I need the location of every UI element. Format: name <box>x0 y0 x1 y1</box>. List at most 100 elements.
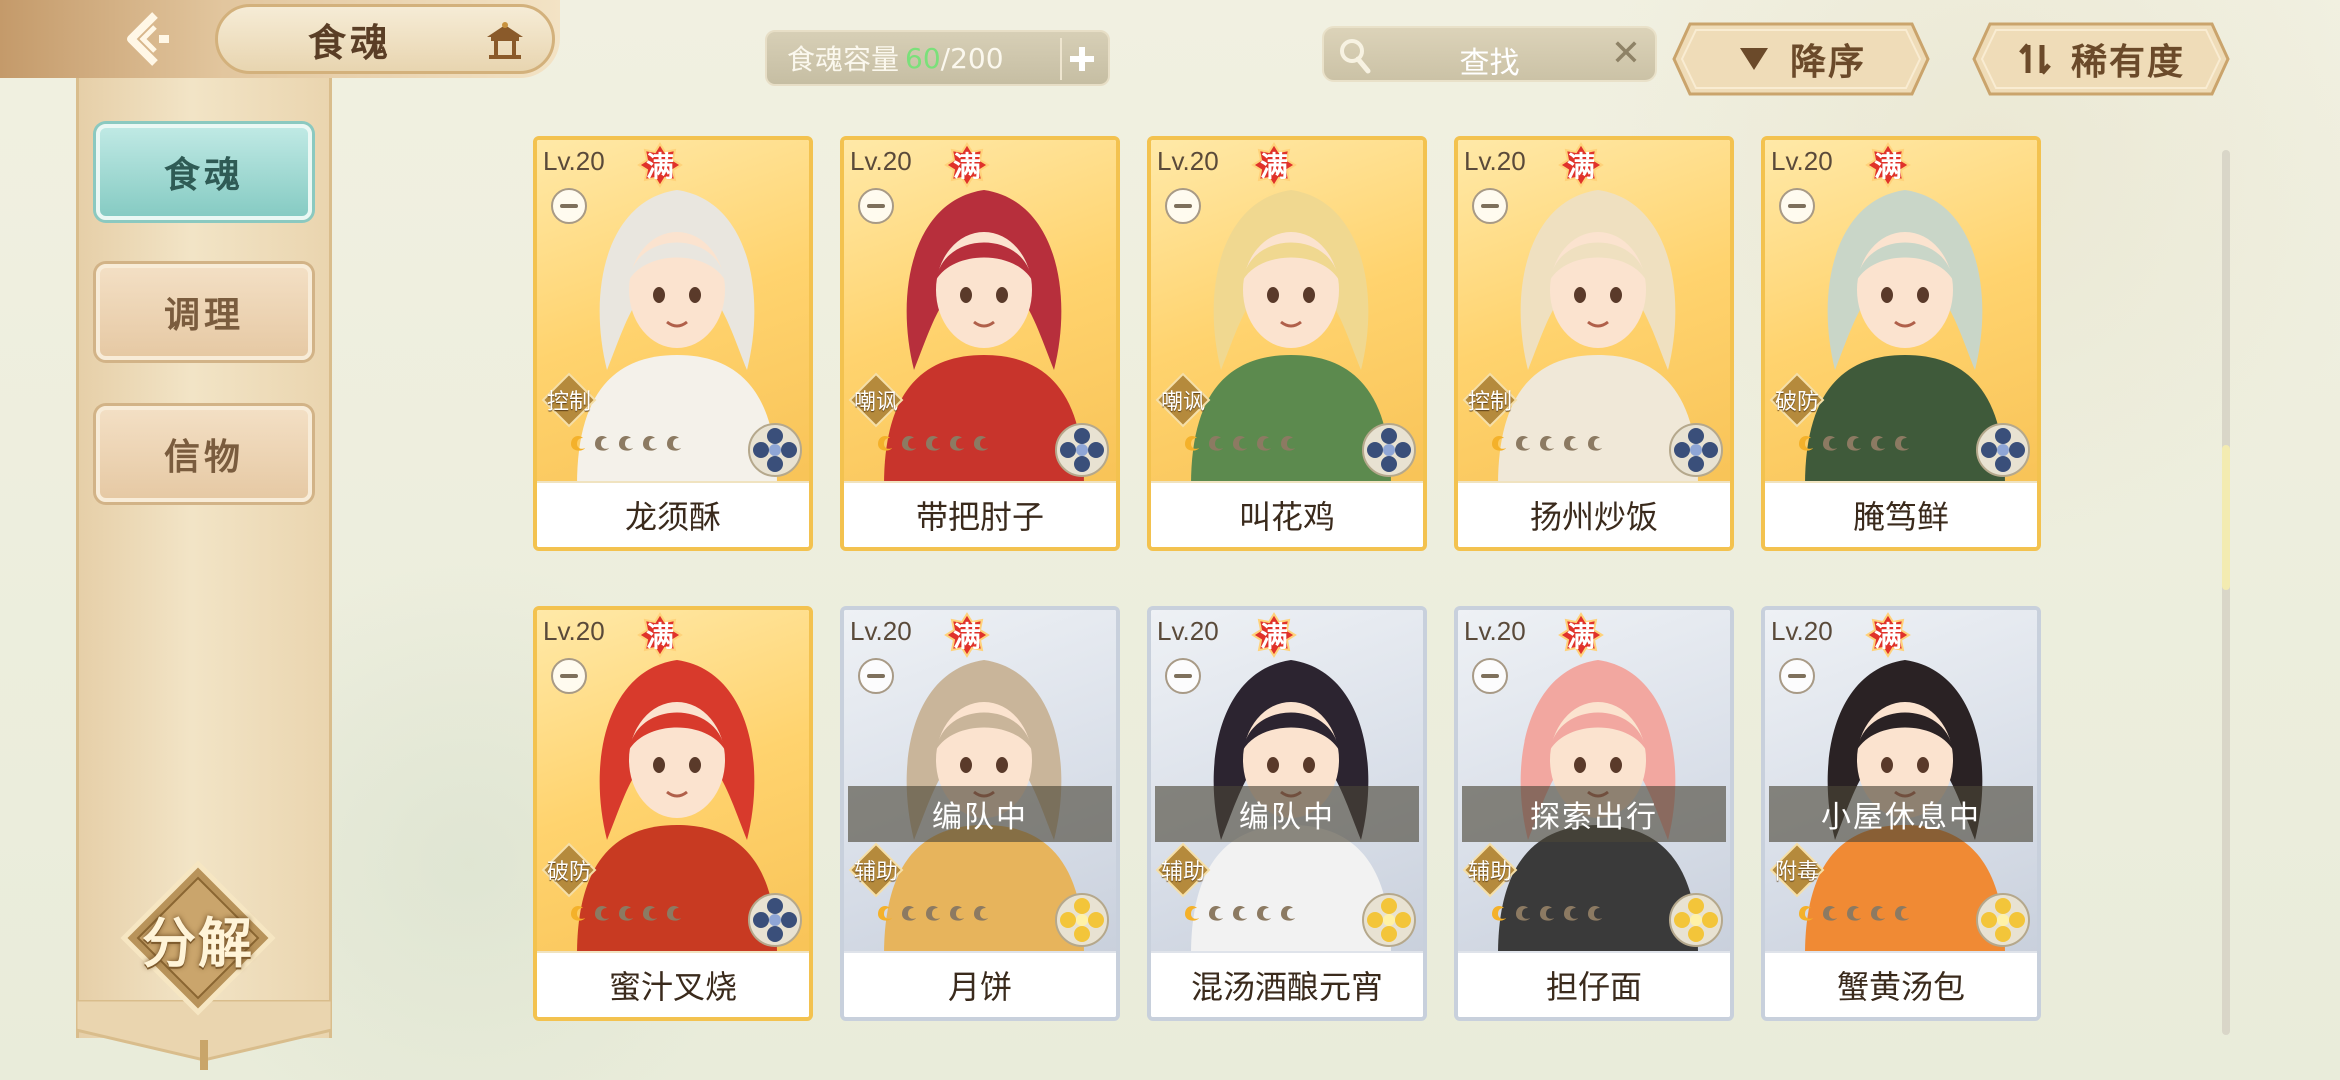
food-soul-card[interactable]: Lv.20 满嘲讽 带把肘子 <box>840 136 1120 551</box>
star-icon <box>1871 436 1885 451</box>
remove-icon[interactable] <box>1165 658 1201 694</box>
food-soul-card[interactable]: Lv.20 满破防 腌笃鲜 <box>1761 136 2041 551</box>
sort-order-button[interactable]: 降序 <box>1670 20 1932 98</box>
star-icon <box>595 906 609 921</box>
card-level: Lv.20 <box>1464 146 1526 176</box>
max-badge-label: 满 <box>1259 620 1288 653</box>
star-rating <box>1181 430 1299 454</box>
star-icon <box>1233 906 1247 921</box>
capacity-current: 60 <box>905 41 941 75</box>
remove-icon[interactable] <box>1472 658 1508 694</box>
clear-search-icon[interactable]: ✕ <box>1611 36 1641 72</box>
card-level: Lv.20 <box>1771 146 1833 176</box>
sort-order-label: 降序 <box>1789 41 1866 83</box>
max-badge-label: 满 <box>1566 620 1595 653</box>
card-status: 编队中 <box>1155 786 1419 842</box>
max-badge-label: 满 <box>645 150 674 183</box>
role-label: 控制 <box>1467 389 1512 414</box>
remove-icon[interactable] <box>858 188 894 224</box>
food-soul-card[interactable]: Lv.20 满破防 蜜汁叉烧 <box>533 606 813 1021</box>
star-icon <box>667 906 681 921</box>
star-icon <box>1540 906 1554 921</box>
food-soul-card[interactable]: Lv.20 满控制 扬州炒饭 <box>1454 136 1734 551</box>
tab-food-souls[interactable]: 食魂 <box>96 124 312 220</box>
search-box[interactable]: 查找 ✕ <box>1322 26 1657 82</box>
swap-sort-icon <box>2019 43 2051 75</box>
star-icon <box>595 436 609 451</box>
star-icon <box>1895 436 1909 451</box>
max-level-badge: 满 <box>1251 612 1297 658</box>
star-rating <box>1488 430 1606 454</box>
remove-icon[interactable] <box>1472 188 1508 224</box>
role-badge: 辅助 <box>1155 842 1211 898</box>
star-icon <box>950 436 964 451</box>
card-level: Lv.20 <box>1464 616 1526 646</box>
max-level-badge: 满 <box>944 612 990 658</box>
food-soul-card[interactable]: Lv.20 满编队中 辅助 月饼 <box>840 606 1120 1021</box>
card-level: Lv.20 <box>1157 146 1219 176</box>
card-level: Lv.20 <box>543 146 605 176</box>
star-icon <box>1588 906 1602 921</box>
card-name: 带把肘子 <box>844 481 1116 547</box>
max-badge-label: 满 <box>952 150 981 183</box>
back-button[interactable] <box>100 6 200 72</box>
element-flower-icon <box>1362 893 1416 947</box>
sort-descending-icon <box>1739 48 1768 70</box>
max-level-badge: 满 <box>1558 142 1604 188</box>
remove-icon[interactable] <box>551 188 587 224</box>
food-soul-card[interactable]: Lv.20 满嘲讽 叫花鸡 <box>1147 136 1427 551</box>
star-icon <box>1257 436 1271 451</box>
capacity-add-button[interactable] <box>1060 38 1102 80</box>
star-rating <box>1795 900 1913 924</box>
remove-icon[interactable] <box>1165 188 1201 224</box>
role-badge: 嘲讽 <box>1155 372 1211 428</box>
sort-by-button[interactable]: 稀有度 <box>1970 20 2232 98</box>
star-icon <box>667 436 681 451</box>
star-icon <box>1209 906 1223 921</box>
decompose-button[interactable]: 分解 <box>118 858 278 1018</box>
tab-food-souls-label: 食魂 <box>163 154 244 196</box>
star-icon <box>619 906 633 921</box>
star-rating <box>567 900 685 924</box>
remove-icon[interactable] <box>1779 658 1815 694</box>
role-label: 控制 <box>546 389 591 414</box>
max-level-badge: 满 <box>637 612 683 658</box>
food-soul-card[interactable]: Lv.20 满小屋休息中 附毒 蟹黄汤包 <box>1761 606 2041 1021</box>
scrollbar-track[interactable] <box>2222 150 2230 1035</box>
star-icon <box>926 436 940 451</box>
card-name: 龙须酥 <box>537 481 809 547</box>
decompose-label: 分解 <box>142 910 254 975</box>
star-icon <box>1209 436 1223 451</box>
role-badge: 附毒 <box>1769 842 1825 898</box>
capacity-display: 食魂容量 60 /200 <box>765 30 1110 86</box>
scrollbar-thumb[interactable] <box>2222 445 2230 590</box>
page-title-plate: 食魂 <box>215 4 555 74</box>
role-badge: 破防 <box>1769 372 1825 428</box>
search-input[interactable]: 查找 <box>1324 38 1655 82</box>
remove-icon[interactable] <box>858 658 894 694</box>
element-flower-icon <box>748 423 802 477</box>
max-badge-label: 满 <box>1873 150 1902 183</box>
card-status: 探索出行 <box>1462 786 1726 842</box>
card-name: 月饼 <box>844 951 1116 1017</box>
tab-conditioning[interactable]: 调理 <box>96 264 312 360</box>
remove-icon[interactable] <box>551 658 587 694</box>
food-soul-card[interactable]: Lv.20 满编队中 辅助 混汤酒酿元宵 <box>1147 606 1427 1021</box>
star-icon <box>1823 906 1837 921</box>
role-label: 破防 <box>1774 389 1819 414</box>
star-icon <box>571 436 585 451</box>
tab-keepsakes[interactable]: 信物 <box>96 406 312 502</box>
food-soul-card[interactable]: Lv.20 满控制龙须酥 <box>533 136 813 551</box>
remove-icon[interactable] <box>1779 188 1815 224</box>
food-soul-card[interactable]: Lv.20 满探索出行 辅助 担仔面 <box>1454 606 1734 1021</box>
card-level: Lv.20 <box>1771 616 1833 646</box>
max-badge-label: 满 <box>1566 150 1595 183</box>
card-level: Lv.20 <box>1157 616 1219 646</box>
star-icon <box>1799 436 1813 451</box>
sort-by-label: 稀有度 <box>2070 41 2185 83</box>
star-rating <box>567 430 685 454</box>
role-badge: 辅助 <box>1462 842 1518 898</box>
max-level-badge: 满 <box>1865 142 1911 188</box>
card-name: 蜜汁叉烧 <box>537 951 809 1017</box>
max-level-badge: 满 <box>637 142 683 188</box>
